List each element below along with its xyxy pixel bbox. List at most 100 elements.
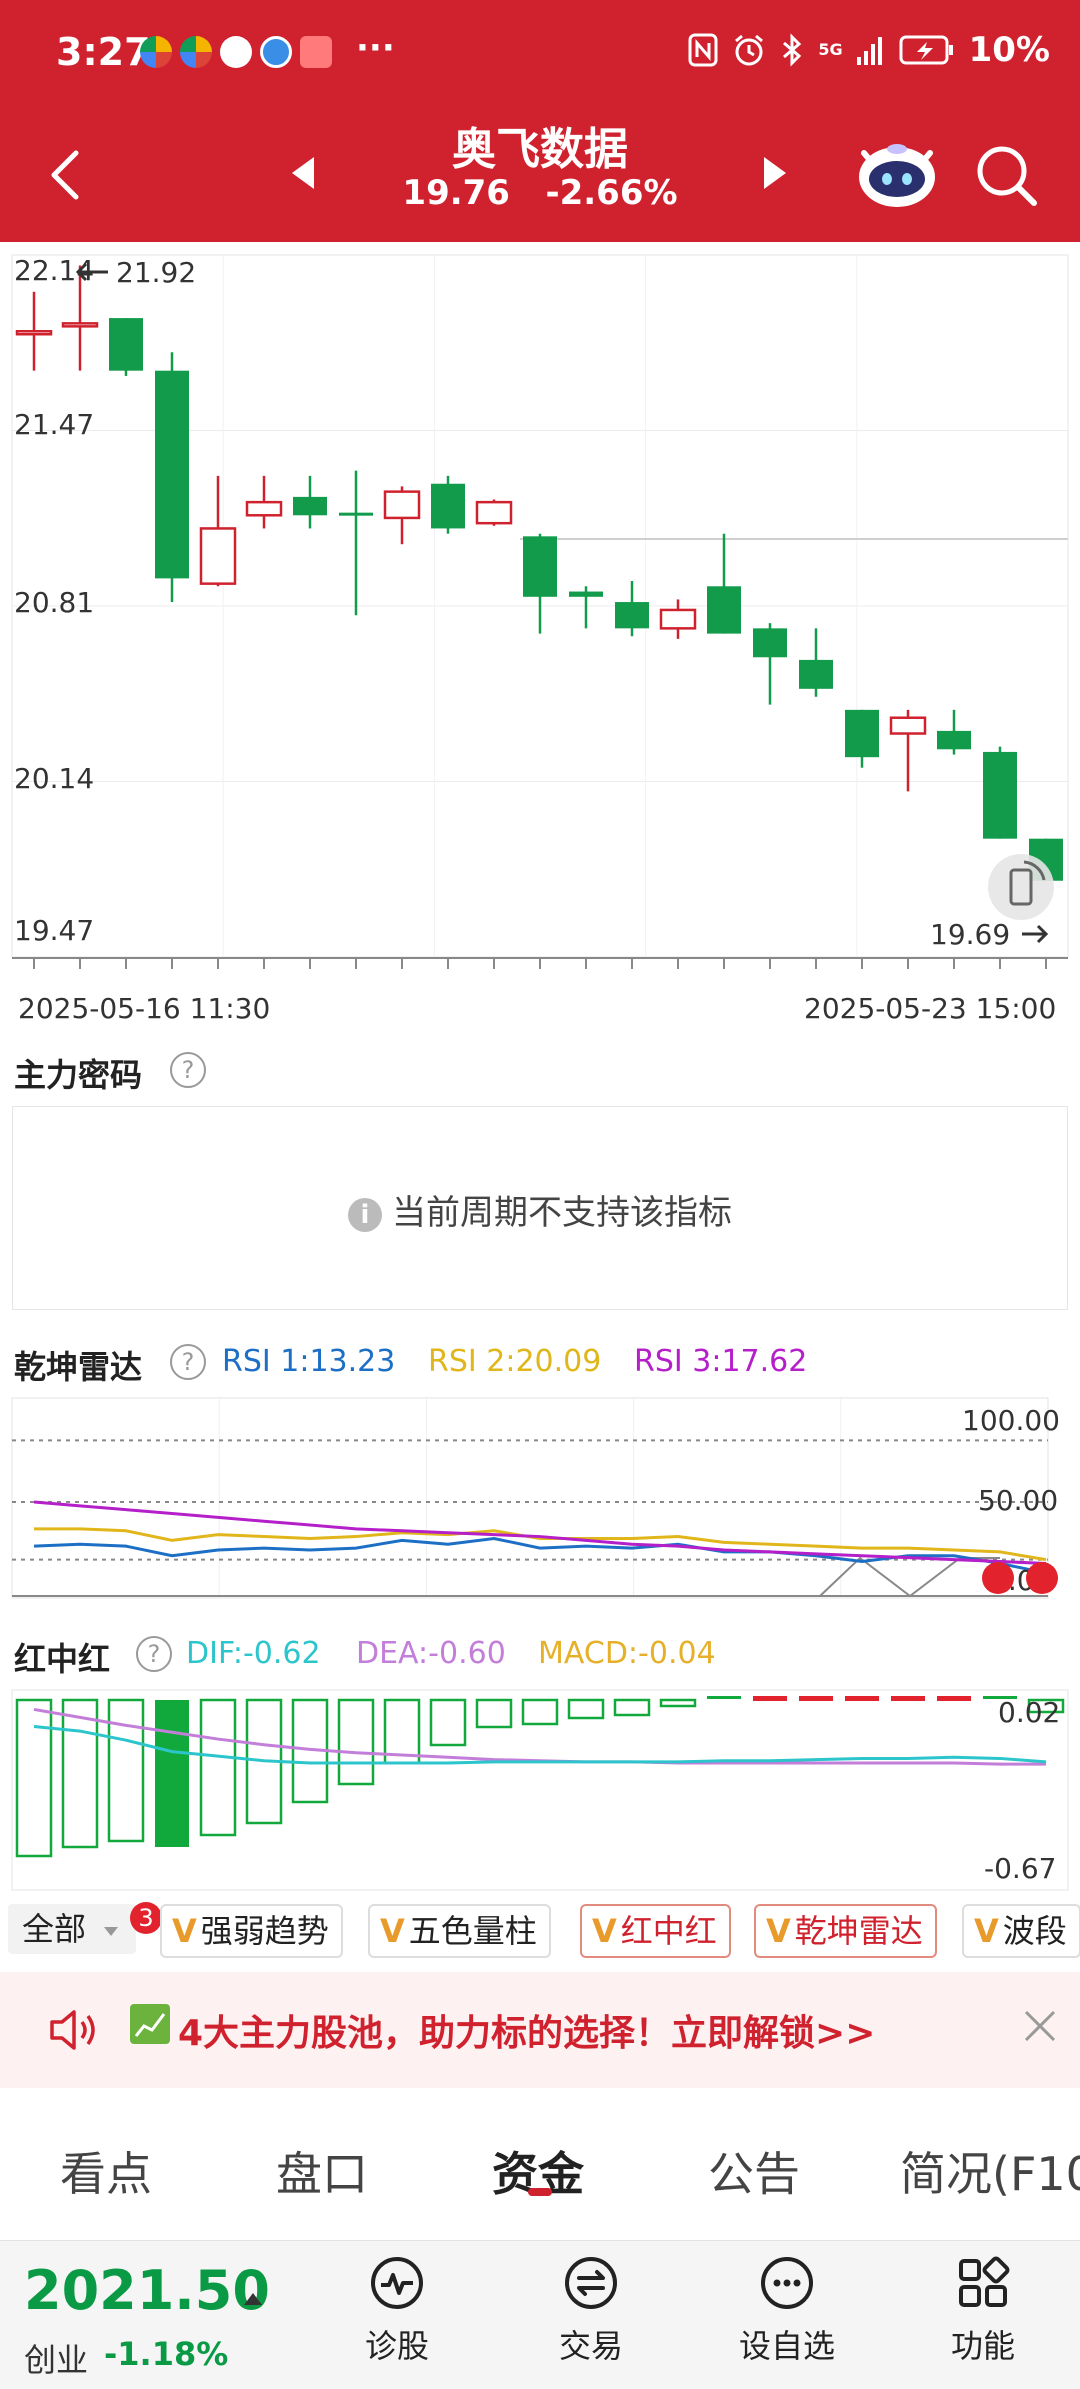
kline-chart[interactable] [0, 245, 1080, 985]
candle-body [889, 716, 927, 735]
signal-icon [856, 37, 882, 65]
zhuli-help-icon[interactable]: ? [170, 1052, 206, 1088]
high-price-label: 21.92 [116, 256, 197, 289]
chip-boduan[interactable]: V 波段 [962, 1904, 1080, 1958]
tab-gonggao[interactable]: 公告 [708, 2138, 800, 2204]
status-time: 3:27 [56, 30, 151, 74]
chart-emoji-icon [130, 2004, 170, 2044]
nfc-icon [688, 33, 718, 67]
macd-bar [753, 1696, 787, 1701]
promo-banner[interactable]: 4大主力股池，助力标的选择！立即解锁>> [0, 1972, 1080, 2088]
macd-help-icon[interactable]: ? [136, 1636, 172, 1672]
high-marker-arrow-icon [75, 262, 108, 282]
chip-label: 强弱趋势 [200, 1912, 329, 1950]
candle-body [339, 512, 373, 516]
float-face-icon[interactable] [982, 1562, 1014, 1594]
candle-body [707, 586, 741, 634]
macd-bar [15, 1698, 53, 1858]
candle-body [245, 500, 283, 517]
diagnose-button[interactable]: 诊股 [332, 2251, 462, 2367]
macd-bar [521, 1698, 559, 1726]
dea-value: DEA:-0.60 [356, 1636, 506, 1671]
grid-icon [959, 2256, 1010, 2307]
macd-top-label: 0.02 [998, 1696, 1061, 1729]
network-type: 5G [818, 40, 843, 59]
v-mark-icon: V [974, 1912, 999, 1950]
candle-body [475, 500, 513, 525]
rsi-title: 乾坤雷达 [14, 1348, 143, 1386]
add-watchlist-label: 设自选 [738, 2327, 835, 2365]
chip-label: 红中红 [620, 1912, 717, 1950]
chip-qiangruo[interactable]: V 强弱趋势 [160, 1904, 343, 1958]
battery-level: 10% [968, 30, 1050, 70]
macd-bar [475, 1698, 513, 1729]
indicator-all-button[interactable]: 全部 3 [8, 1902, 162, 1954]
rsi2-value: RSI 2:20.09 [428, 1344, 602, 1379]
robot-assistant-icon[interactable] [852, 135, 942, 211]
macd-bar [707, 1696, 741, 1699]
candle-body [383, 490, 421, 520]
rotate-screen-button[interactable] [988, 854, 1054, 920]
rsi-chart[interactable] [0, 1394, 1080, 1600]
notification-icons [140, 36, 332, 68]
macd-bar [567, 1698, 605, 1720]
chip-qiankun[interactable]: V 乾坤雷达 [754, 1904, 937, 1958]
functions-button[interactable]: 功能 [918, 2251, 1048, 2367]
tab-pankou[interactable]: 盘口 [276, 2138, 368, 2204]
macd-bar [891, 1696, 925, 1701]
index-value: 2021.50 [24, 2259, 270, 2322]
trade-button[interactable]: 交易 [526, 2251, 656, 2367]
app-notification-icon [140, 36, 172, 68]
chip-wuse[interactable]: V 五色量柱 [368, 1904, 551, 1958]
y-label-3: 20.81 [14, 586, 95, 619]
rsi1-value: RSI 1:13.23 [222, 1344, 396, 1379]
macd-bar [799, 1696, 833, 1701]
chip-hongzhonghong[interactable]: V 红中红 [580, 1904, 731, 1958]
add-watchlist-button[interactable]: 设自选 [722, 2251, 852, 2367]
candle-body [845, 709, 879, 758]
v-mark-icon: V [380, 1912, 405, 1950]
next-stock-icon[interactable] [764, 157, 786, 189]
tab-jiankuang[interactable]: 简况(F10) [900, 2138, 1080, 2204]
macd-bar [337, 1698, 375, 1786]
macd-value: MACD:-0.04 [538, 1636, 716, 1671]
macd-title: 红中红 [14, 1640, 111, 1678]
app-notification-icon [300, 36, 332, 68]
index-name: 创业 [24, 2341, 89, 2379]
candle-body [431, 483, 465, 529]
status-bar: 3:27 ··· 5G 10% [0, 0, 1080, 105]
end-time: 2025-05-23 15:00 [804, 992, 1057, 1025]
indicator-tabs: 全部 3 V 强弱趋势 V 五色量柱 V 红中红 V 乾坤雷达 V 波段 [0, 1898, 1080, 1958]
close-icon[interactable] [1022, 2008, 1058, 2044]
zhuli-notice: i 当前周期不支持该指标 [13, 1185, 1067, 1234]
index-up-arrow-icon [244, 2293, 262, 2305]
nav-bar: 奥飞数据 19.76 -2.66% [0, 105, 1080, 242]
bottom-bar: 2021.50 创业 -1.18% 诊股 交易 设自选 功能 [0, 2240, 1080, 2389]
battery-icon [899, 35, 953, 65]
dropdown-triangle-icon [104, 1926, 119, 1936]
candle-body [799, 659, 833, 689]
rsi-help-icon[interactable]: ? [170, 1344, 206, 1380]
macd-bar [61, 1698, 99, 1849]
candle-body [523, 536, 557, 597]
zhuli-title: 主力密码 [14, 1056, 143, 1094]
search-icon[interactable] [972, 141, 1042, 211]
macd-bar [613, 1698, 651, 1717]
candle-body [109, 318, 143, 371]
rsi-level-100: 100.00 [962, 1404, 1060, 1437]
float-face-icon[interactable] [1026, 1562, 1058, 1594]
info-icon: i [348, 1197, 382, 1232]
rsi-frame [11, 1397, 1049, 1599]
notification-badge: 3 [130, 1902, 162, 1934]
macd-bar [845, 1696, 879, 1701]
header: 3:27 ··· 5G 10% 奥飞数据 19.76 -2.66% [0, 0, 1080, 242]
more-circle-icon [761, 2257, 813, 2309]
macd-chart[interactable] [0, 1686, 1080, 1892]
active-tab-indicator [528, 2188, 552, 2196]
stock-change: -2.66% [545, 173, 678, 213]
v-mark-icon: V [766, 1912, 791, 1950]
trade-label: 交易 [558, 2327, 623, 2365]
last-price-arrow-icon [1022, 924, 1049, 944]
macd-bottom-label: -0.67 [984, 1852, 1057, 1885]
tab-kandian[interactable]: 看点 [60, 2138, 152, 2204]
